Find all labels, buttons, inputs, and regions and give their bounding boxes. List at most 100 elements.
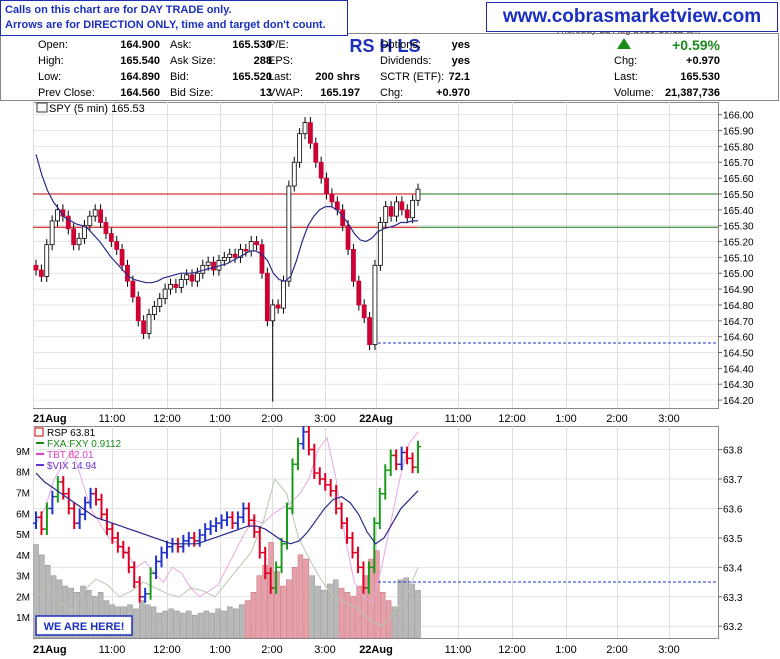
quote-value: +0.970 xyxy=(436,87,470,99)
candle-body xyxy=(173,283,179,288)
candle-body xyxy=(264,272,270,322)
volume-tick-label: 4M xyxy=(16,551,30,562)
website-banner[interactable]: www.cobrasmarketview.com xyxy=(486,2,778,32)
candle-body xyxy=(248,241,254,252)
quote-value: 164.560 xyxy=(120,87,160,99)
volume-bar xyxy=(209,612,216,639)
volume-tick-label: 2M xyxy=(16,592,30,603)
quote-label: Ask Size: xyxy=(170,55,216,67)
candle-body xyxy=(49,220,55,246)
candle-body xyxy=(211,261,216,271)
candle-body xyxy=(286,185,292,282)
lower-x-tick-label: 3:00 xyxy=(658,644,679,656)
pct-change: +0.59% xyxy=(672,37,720,53)
lower-x-tick-label: 21Aug xyxy=(33,644,67,656)
candle-body xyxy=(114,241,120,250)
price-y-tick-label: 165.30 xyxy=(723,222,754,233)
quote-label: VWAP: xyxy=(268,87,303,99)
candle-body xyxy=(232,253,238,258)
candle-body xyxy=(119,249,125,266)
quote-value: 165.530 xyxy=(232,39,272,51)
quote-label: P/E: xyxy=(268,39,289,51)
lower-x-tick-label: 2:00 xyxy=(606,644,627,656)
quote-value: 21,387,736 xyxy=(665,87,720,99)
lower-x-tick-label: 12:00 xyxy=(153,644,181,656)
candle-body xyxy=(243,249,249,252)
volume-bar xyxy=(344,592,351,639)
candle-body xyxy=(307,122,313,144)
quote-value: +0.970 xyxy=(686,55,720,67)
candle-body xyxy=(195,272,200,282)
candle-body xyxy=(108,233,114,242)
volume-bar xyxy=(150,606,157,639)
price-y-tick-label: 164.70 xyxy=(723,317,754,328)
quote-value: 165.540 xyxy=(120,55,160,67)
quote-label: SCTR (ETF): xyxy=(380,71,444,83)
disclaimer-line-2: Arrows are for DIRECTION ONLY, time and … xyxy=(5,19,326,31)
price-x-tick-label: 2:00 xyxy=(606,413,627,425)
quote-label: Open: xyxy=(38,39,68,51)
candle-body xyxy=(404,209,410,219)
candle-body xyxy=(184,274,190,280)
price-y-tick-label: 165.20 xyxy=(723,238,754,249)
price-y-tick-label: 164.60 xyxy=(723,333,754,344)
volume-bar xyxy=(297,554,304,639)
lower-x-tick-label: 1:00 xyxy=(555,644,576,656)
volume-bar xyxy=(327,583,333,639)
quote-label: Last: xyxy=(268,71,292,83)
legend-label: FXA:FXY 0.9112 xyxy=(47,439,122,450)
lower-y-tick-label: 63.3 xyxy=(723,593,743,604)
lower-x-tick-label: 11:00 xyxy=(99,644,126,656)
candle-body xyxy=(65,215,71,230)
candle-body xyxy=(55,209,60,222)
candle-body xyxy=(388,206,394,217)
volume-bar xyxy=(409,583,415,639)
volume-bar xyxy=(385,600,392,639)
quote-value: yes xyxy=(452,39,470,51)
candle-body xyxy=(410,199,416,219)
volume-bar xyxy=(415,589,421,639)
price-y-tick-label: 164.90 xyxy=(723,285,754,296)
price-y-tick-label: 164.30 xyxy=(723,380,754,391)
disclaimer-line-1: Calls on this chart are for DAY TRADE on… xyxy=(5,4,232,16)
price-y-tick-label: 164.80 xyxy=(723,301,754,312)
chart-canvas: Calls on this chart are for DAY TRADE on… xyxy=(0,0,780,659)
volume-bar xyxy=(162,610,169,639)
price-y-tick-label: 165.40 xyxy=(723,206,754,217)
volume-bar xyxy=(221,610,227,639)
candle-body xyxy=(141,320,147,334)
lower-x-tick-label: 1:00 xyxy=(209,644,230,656)
legend-label: $VIX 14.94 xyxy=(47,461,97,472)
candle-body xyxy=(44,244,50,277)
volume-tick-label: 6M xyxy=(16,509,30,520)
lower-y-tick-label: 63.2 xyxy=(723,622,743,633)
volume-bar xyxy=(233,608,239,639)
candle-body xyxy=(168,283,173,290)
volume-bar xyxy=(397,579,404,639)
volume-tick-label: 8M xyxy=(16,468,30,479)
candle-body xyxy=(351,249,356,282)
candle-body xyxy=(302,122,308,135)
lower-y-tick-label: 63.8 xyxy=(723,446,743,457)
lower-y-tick-label: 63.7 xyxy=(723,475,743,486)
volume-bar xyxy=(191,614,198,639)
volume-bar xyxy=(174,610,180,639)
candle-body xyxy=(76,237,82,246)
quote-label: Options: xyxy=(380,39,421,51)
candle-body xyxy=(329,193,335,203)
candle-body xyxy=(275,304,281,309)
price-y-tick-label: 165.00 xyxy=(723,269,754,280)
candle-body xyxy=(324,177,329,195)
candle-body xyxy=(146,314,152,334)
candle-body xyxy=(270,304,276,322)
candle-body xyxy=(227,253,233,258)
volume-tick-label: 3M xyxy=(16,572,30,583)
candle-body xyxy=(318,161,324,179)
lower-x-tick-label: 12:00 xyxy=(498,644,526,656)
volume-bar xyxy=(338,587,345,639)
quote-value: 72.1 xyxy=(449,71,470,83)
quote-label: Bid Size: xyxy=(170,87,213,99)
price-y-tick-label: 165.70 xyxy=(723,158,754,169)
candle-body xyxy=(281,280,286,309)
candle-body xyxy=(297,133,303,163)
